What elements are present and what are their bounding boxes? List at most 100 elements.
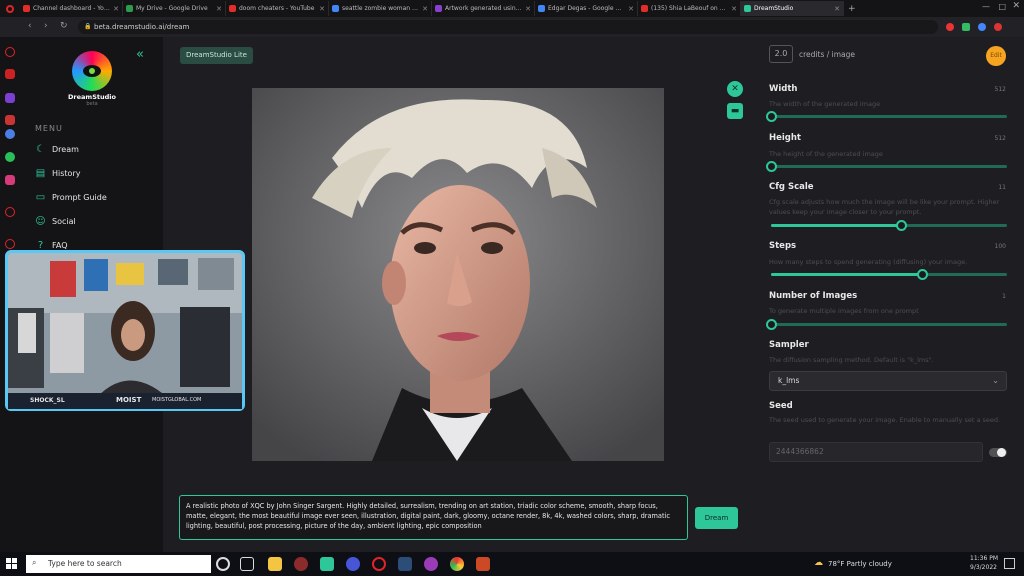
app-icon[interactable] [476,557,490,571]
tab-label: DreamStudio [754,5,794,12]
browser-tab[interactable]: Edgar Degas - Google Sear ✕ [535,1,638,16]
dreamstudio-logo[interactable] [72,51,112,91]
app-icon[interactable] [320,557,334,571]
height-title: Height [769,133,801,143]
browser-tab[interactable]: (135) Shia LaBeouf on REAL ✕ [638,1,741,16]
sidebar-item-dream[interactable]: ☾ Dream [35,142,79,156]
close-tab-icon[interactable]: ✕ [216,5,222,13]
weather-icon: ☁ [814,558,823,568]
height-slider[interactable] [766,161,1007,172]
weather-text[interactable]: 78°F Partly cloudy [828,560,892,568]
download-image-icon[interactable]: ▬ [727,103,743,119]
width-slider[interactable] [766,111,1007,122]
generated-image[interactable] [252,88,664,461]
home-icon[interactable] [5,47,15,57]
minimize-icon[interactable]: — [982,2,990,11]
cortana-icon[interactable] [216,557,230,571]
lite-badge[interactable]: DreamStudio Lite [180,47,253,64]
sampler-select[interactable]: k_lms ⌄ [769,371,1007,391]
extension-icon[interactable] [962,23,970,31]
player-icon[interactable] [5,207,15,217]
extension-icon[interactable] [978,23,986,31]
close-tab-icon[interactable]: ✕ [628,5,634,13]
windows-start-icon[interactable] [6,558,17,569]
task-view-icon[interactable] [240,557,254,571]
credits-label: credits / image [799,50,856,59]
webcam-bar: SHOCK_SL MOIST MOISTGLOBAL.COM [8,393,242,409]
bookmark-icon[interactable] [5,115,15,125]
avatar[interactable]: Edit [986,46,1006,66]
num-images-slider[interactable] [766,319,1007,330]
history-icon[interactable] [5,239,15,249]
seed-toggle[interactable] [989,448,1007,457]
brand-name: DreamStudio [68,93,116,101]
chrome-icon[interactable] [450,557,464,571]
clock-date[interactable]: 9/3/2022 [970,564,997,571]
tab-favicon-icon [538,5,545,12]
height-slider-handle[interactable] [766,161,777,172]
portrait-illustration [252,88,664,461]
collapse-sidebar-icon[interactable]: « [136,47,144,62]
browser-tab[interactable]: doom cheaters - YouTube ✕ [226,1,329,16]
cfg-slider[interactable] [771,220,1007,231]
close-tab-icon[interactable]: ✕ [113,5,119,13]
browser-tab[interactable]: DreamStudio ✕ [741,1,844,16]
brand-sub: beta [86,101,98,107]
opera-icon[interactable] [372,557,386,571]
dream-button[interactable]: Dream [695,507,738,529]
browser-tab[interactable]: Channel dashboard - YouTub ✕ [20,1,123,16]
steps-slider-handle[interactable] [917,269,929,280]
sidebar-item-history[interactable]: ▤ History [35,166,81,180]
shopping-icon[interactable] [5,69,15,79]
profile-icon[interactable] [994,23,1002,31]
close-tab-icon[interactable]: ✕ [422,5,428,13]
back-icon[interactable]: ‹ [28,21,32,31]
browser-tab[interactable]: My Drive - Google Drive ✕ [123,1,226,16]
close-tab-icon[interactable]: ✕ [319,5,325,13]
app-icon[interactable] [424,557,438,571]
lock-icon: 🔒 [84,23,92,30]
opera-menu-icon[interactable] [0,1,20,16]
close-image-icon[interactable]: ✕ [727,81,743,97]
cfg-slider-handle[interactable] [895,220,907,231]
forward-icon[interactable]: › [44,21,48,31]
steam-icon[interactable] [398,557,412,571]
messenger-icon[interactable] [5,129,15,139]
tab-label: Edgar Degas - Google Sear [548,5,626,12]
sidebar-item-label: Social [52,216,76,226]
steps-slider[interactable] [771,269,1007,280]
faq-icon: ? [37,239,44,251]
url-field[interactable]: beta.dreamstudio.ai/dream [78,20,938,34]
maximize-icon[interactable]: □ [998,2,1006,11]
notification-icon[interactable] [1004,558,1015,569]
extension-icon[interactable] [946,23,954,31]
sidebar-item-prompt-guide[interactable]: ▭ Prompt Guide [35,190,107,204]
reload-icon[interactable]: ↻ [60,21,68,31]
height-value: 512 [994,135,1006,142]
num-images-slider-handle[interactable] [766,319,777,330]
clock-time[interactable]: 11:36 PM [970,555,998,562]
width-slider-handle[interactable] [766,111,777,122]
instagram-icon[interactable] [5,175,15,185]
browser-tab[interactable]: Artwork generated using A ✕ [432,1,535,16]
close-tab-icon[interactable]: ✕ [731,5,737,13]
new-tab-icon[interactable]: + [848,4,856,14]
browser-tab[interactable]: seattle zombie woman - Go ✕ [329,1,432,16]
sidebar-item-label: Prompt Guide [52,192,107,202]
seed-title: Seed [769,401,793,411]
whatsapp-icon[interactable] [5,152,15,162]
taskbar-search-input[interactable]: Type here to search [26,555,211,573]
tab-favicon-icon [126,5,133,12]
file-explorer-icon[interactable] [268,557,282,571]
close-tab-icon[interactable]: ✕ [525,5,531,13]
tab-favicon-icon [435,5,442,12]
twitch-icon[interactable] [5,93,15,103]
app-icon[interactable] [346,557,360,571]
prompt-input[interactable]: A realistic photo of XQC by John Singer … [179,495,688,540]
close-tab-icon[interactable]: ✕ [834,5,840,13]
app-icon[interactable] [294,557,308,571]
close-window-icon[interactable]: ✕ [1012,1,1020,11]
seed-input[interactable]: 2444366862 [769,442,983,462]
sidebar-item-social[interactable]: ☺ Social [35,214,76,228]
credits-value: 2.0 [769,45,793,63]
